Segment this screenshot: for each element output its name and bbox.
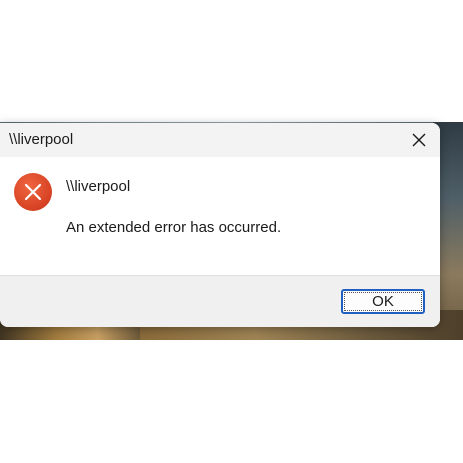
ok-button-label: OK [372,293,394,310]
error-icon [14,173,52,211]
error-message: An extended error has occurred. [66,219,282,236]
title-bar[interactable]: \\liverpool [0,123,440,157]
dialog-content: \\liverpool An extended error has occurr… [0,157,440,275]
ok-button[interactable]: OK [341,289,425,314]
window-title: \\liverpool [9,131,74,148]
desktop: \\liverpool \\liverpool An extended erro… [0,0,463,463]
dialog-footer: OK [0,275,440,327]
close-button[interactable] [398,123,440,157]
dialog-heading: \\liverpool [66,178,131,195]
error-dialog: \\liverpool \\liverpool An extended erro… [0,123,440,327]
close-icon [412,133,426,147]
